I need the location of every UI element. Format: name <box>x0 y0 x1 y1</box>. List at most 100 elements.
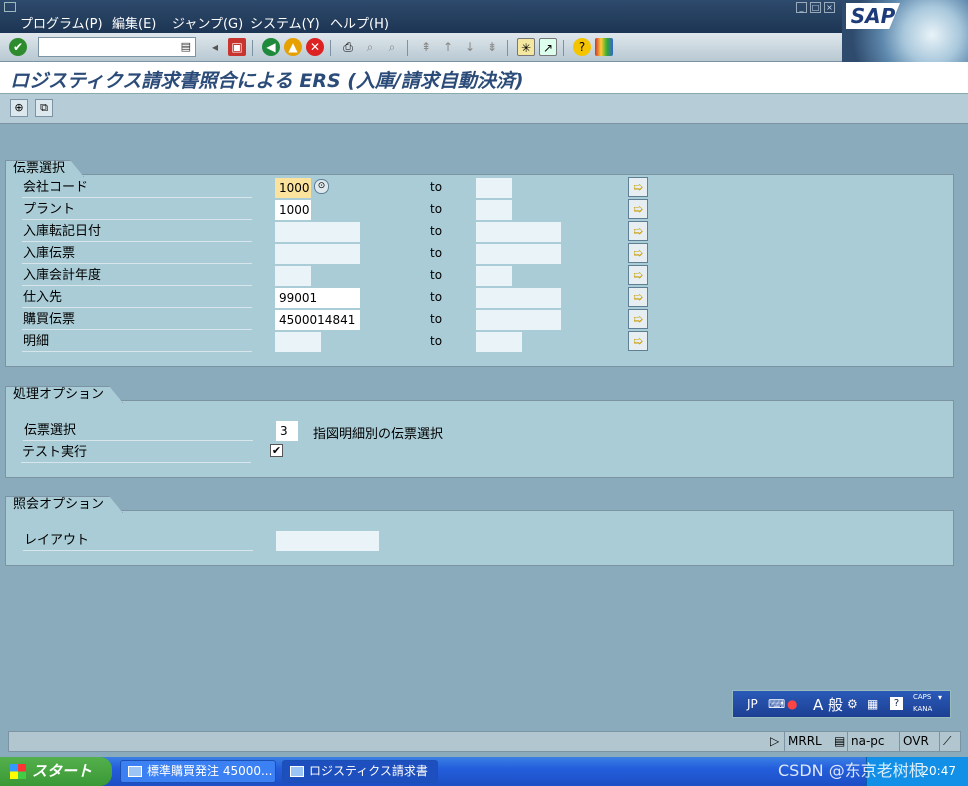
ime-help-icon[interactable]: ? <box>890 697 903 710</box>
selection-to-field[interactable] <box>476 266 512 286</box>
ime-tool-icon[interactable]: ⚙ <box>847 697 858 711</box>
back-icon[interactable]: ◂ <box>206 38 224 56</box>
selection-to-field[interactable] <box>476 222 561 242</box>
selection-from-field[interactable]: 1000 <box>275 178 311 198</box>
ime-language[interactable]: JP <box>747 697 758 711</box>
enter-icon[interactable]: ✔ <box>9 38 27 56</box>
selection-label: 入庫伝票 <box>22 243 252 264</box>
selection-row: 購買伝票 4500014841 to ➯ <box>5 309 954 331</box>
task-label: ロジスティクス請求書照... <box>309 764 428 786</box>
sap-logo-text: SAP <box>846 3 900 29</box>
group-processing-options: 処理オプション 伝票選択 3 指図明細別の伝票選択 テスト実行 ✔ <box>5 400 954 478</box>
back-nav-icon[interactable]: ◀ <box>262 38 280 56</box>
layout-field[interactable] <box>276 531 379 551</box>
task-purchase-order[interactable]: 標準購買発注 45000... <box>120 760 276 783</box>
command-field[interactable]: ▤ <box>38 37 196 57</box>
multiple-selection-arrow-icon[interactable]: ➯ <box>628 265 648 285</box>
selection-label: プラント <box>22 199 252 220</box>
selection-from-field[interactable] <box>275 266 311 286</box>
task-invoice-verification[interactable]: ロジスティクス請求書照... <box>282 760 438 786</box>
to-label: to <box>430 180 443 194</box>
multiple-selection-arrow-icon[interactable]: ➯ <box>628 309 648 329</box>
window-buttons: _ □ × <box>796 2 835 13</box>
multiple-selection-arrow-icon[interactable]: ➯ <box>628 287 648 307</box>
new-session-icon[interactable]: ✳ <box>517 38 535 56</box>
standard-toolbar: ✔ ▤ ◂ ▣ ◀ ▲ ✕ ⎙ ⌕ ⌕ ⇞ ↑ ↓ ⇟ ✳ ↗ ? <box>0 33 842 62</box>
resize-grip-icon[interactable]: ⟋ <box>939 732 961 751</box>
selection-from-field[interactable]: 99001 <box>275 288 360 308</box>
multiple-selection-arrow-icon[interactable]: ➯ <box>628 221 648 241</box>
menu-system[interactable]: システム(Y) <box>250 13 320 32</box>
ime-input-mode[interactable]: A 般 <box>813 694 843 715</box>
ime-options-icon[interactable]: ▾ <box>938 693 942 702</box>
status-expand-icon[interactable]: ▷ <box>767 732 779 751</box>
selection-from-field[interactable] <box>275 244 360 264</box>
to-label: to <box>430 246 443 260</box>
selection-to-field[interactable] <box>476 244 561 264</box>
doc-selection-desc: 指図明細別の伝票選択 <box>313 427 444 442</box>
exit-icon[interactable]: ▲ <box>284 38 302 56</box>
selection-to-field[interactable] <box>476 200 512 220</box>
to-label: to <box>430 312 443 326</box>
last-page-icon[interactable]: ⇟ <box>483 38 501 56</box>
sap-window-icon <box>290 766 304 777</box>
title-bar: ロジスティクス請求書照合による ERS (入庫/請求自動決済) <box>0 62 968 94</box>
variant-icon[interactable]: ⧉ <box>35 99 53 117</box>
layout-icon[interactable] <box>595 38 613 56</box>
selection-row: 会社コード 1000 ⊙ to ➯ <box>5 177 954 199</box>
save-icon[interactable]: ▣ <box>228 38 246 56</box>
system-menu-icon[interactable] <box>4 2 16 12</box>
menu-edit[interactable]: 編集(E) <box>112 13 156 32</box>
to-label: to <box>430 334 443 348</box>
menu-program[interactable]: プログラム(P) <box>20 13 103 32</box>
test-run-row: テスト実行 ✔ <box>6 442 953 464</box>
selection-row: 仕入先 99001 to ➯ <box>5 287 954 309</box>
selection-from-field[interactable] <box>275 222 360 242</box>
selection-to-field[interactable] <box>476 178 512 198</box>
selection-to-field[interactable] <box>476 332 522 352</box>
find-next-icon[interactable]: ⌕ <box>383 38 401 56</box>
find-icon[interactable]: ⌕ <box>361 38 379 56</box>
selection-from-field[interactable] <box>275 332 321 352</box>
previous-page-icon[interactable]: ↑ <box>439 38 457 56</box>
first-page-icon[interactable]: ⇞ <box>417 38 435 56</box>
multiple-selection-arrow-icon[interactable]: ➯ <box>628 199 648 219</box>
menu-help[interactable]: ヘルプ(H) <box>330 13 389 32</box>
start-button[interactable]: スタート <box>0 757 112 786</box>
execute-icon[interactable]: ⊕ <box>10 99 28 117</box>
value-help-icon[interactable]: ⊙ <box>314 179 329 194</box>
doc-selection-row: 伝票選択 3 指図明細別の伝票選択 <box>6 420 953 442</box>
minimize-icon[interactable]: _ <box>796 2 807 13</box>
to-label: to <box>430 224 443 238</box>
help-icon[interactable]: ? <box>573 38 591 56</box>
ime-pad-icon[interactable]: ● <box>787 697 797 711</box>
selection-to-field[interactable] <box>476 310 561 330</box>
group-title: 処理オプション <box>5 386 123 403</box>
selection-label: 明細 <box>22 331 252 352</box>
maximize-icon[interactable]: □ <box>810 2 821 13</box>
next-page-icon[interactable]: ↓ <box>461 38 479 56</box>
selection-to-field[interactable] <box>476 288 561 308</box>
layout-row: レイアウト <box>6 530 953 552</box>
multiple-selection-arrow-icon[interactable]: ➯ <box>628 331 648 351</box>
keyboard-icon[interactable]: ⌨ <box>768 697 785 711</box>
doc-selection-field[interactable]: 3 <box>276 421 298 441</box>
selection-row: プラント 1000 to ➯ <box>5 199 954 221</box>
status-list-icon[interactable]: ▤ <box>831 732 845 751</box>
selection-from-field[interactable]: 4500014841 <box>275 310 360 330</box>
multiple-selection-arrow-icon[interactable]: ➯ <box>628 177 648 197</box>
ime-dictionary-icon[interactable]: ▦ <box>867 697 878 711</box>
close-icon[interactable]: × <box>824 2 835 13</box>
shortcut-icon[interactable]: ↗ <box>539 38 557 56</box>
print-icon[interactable]: ⎙ <box>339 38 357 56</box>
selection-from-field[interactable]: 1000 <box>275 200 311 220</box>
status-bar: ▷ MRRL ▤ na-pc OVR ⟋ <box>8 731 961 752</box>
multiple-selection-arrow-icon[interactable]: ➯ <box>628 243 648 263</box>
caps-indicator: CAPS <box>913 693 932 701</box>
cancel-icon[interactable]: ✕ <box>306 38 324 56</box>
command-history-icon[interactable]: ▤ <box>181 40 191 53</box>
menu-goto[interactable]: ジャンプ(G) <box>172 13 243 32</box>
status-mode: OVR <box>899 732 937 751</box>
test-run-checkbox[interactable]: ✔ <box>270 444 283 457</box>
clock: 20:47 <box>921 764 956 778</box>
